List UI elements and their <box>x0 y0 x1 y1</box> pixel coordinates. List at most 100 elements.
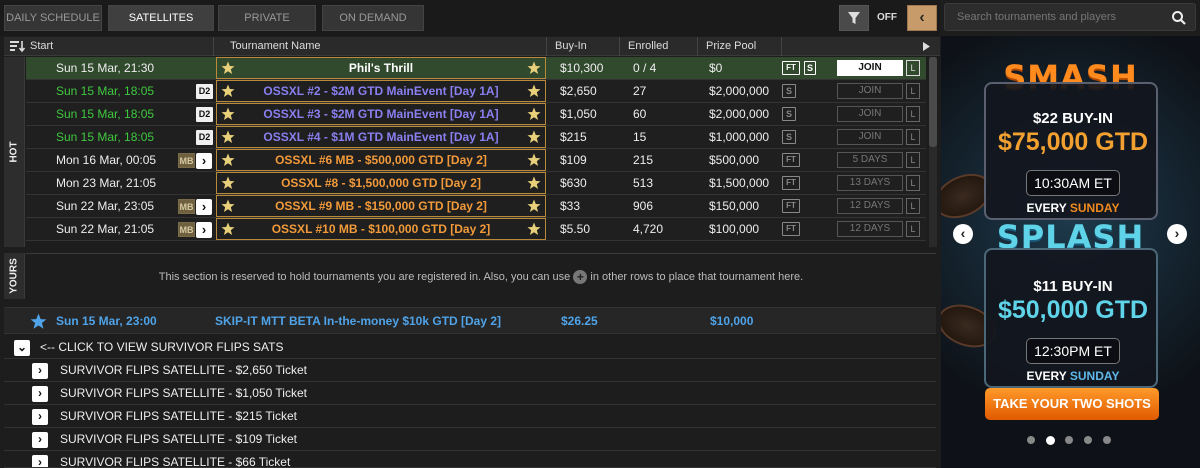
smash-gtd: $75,000 GTD <box>997 128 1149 156</box>
join-button[interactable]: JOIN <box>837 106 903 122</box>
tab-satellites[interactable]: SATELLITES <box>108 5 214 31</box>
l-button[interactable]: L <box>906 106 920 122</box>
ft-icon: FT <box>782 199 800 213</box>
chevron-right-icon[interactable]: › <box>32 455 48 467</box>
join-button[interactable]: JOIN <box>837 83 903 99</box>
carousel-dot[interactable] <box>1027 436 1035 444</box>
chevron-right-icon[interactable]: › <box>196 199 212 215</box>
lobby: { "tabs":[ {"label":"DAILY SCHEDULE"}, {… <box>0 0 1200 468</box>
countdown-button[interactable]: 12 DAYS <box>837 198 903 214</box>
star-icon[interactable] <box>527 199 541 213</box>
tournament-name[interactable]: OSSXL #8 - $1,500,000 GTD [Day 2] <box>216 172 546 194</box>
list-item[interactable]: › SURVIVOR FLIPS SATELLITE - $109 Ticket <box>4 428 936 451</box>
collapse-button[interactable]: ‹ <box>907 5 937 31</box>
scroll-thumb[interactable] <box>929 57 937 147</box>
countdown-button[interactable]: 5 DAYS <box>837 152 903 168</box>
table-row[interactable]: Sun 15 Mar, 18:05 D2 OSSXL #4 - $1M GTD … <box>26 126 926 149</box>
list-item[interactable]: › SURVIVOR FLIPS SATELLITE - $2,650 Tick… <box>4 359 936 382</box>
tab-on-demand[interactable]: ON DEMAND <box>322 5 424 31</box>
l-button[interactable]: L <box>906 152 920 168</box>
l-button[interactable]: L <box>906 221 920 237</box>
chevron-right-icon[interactable]: › <box>196 153 212 169</box>
tournament-name[interactable]: OSSXL #2 - $2M GTD MainEvent [Day 1A] <box>216 80 546 102</box>
tab-daily-schedule[interactable]: DAILY SCHEDULE <box>4 5 102 31</box>
splash-gtd: $50,000 GTD <box>997 296 1149 324</box>
table-row[interactable]: Sun 22 Mar, 23:05 MB › OSSXL #9 MB - $15… <box>26 195 926 218</box>
star-icon[interactable] <box>527 130 541 144</box>
tournament-name[interactable]: OSSXL #3 - $2M GTD MainEvent [Day 1A] <box>216 103 546 125</box>
promo-banner[interactable]: SMASH $22 BUY-IN $75,000 GTD 10:30AM ET … <box>941 36 1200 468</box>
join-button[interactable]: JOIN <box>837 129 903 145</box>
tournament-name[interactable]: Phil's Thrill <box>216 57 546 79</box>
filter-toggle[interactable]: OFF <box>871 5 903 31</box>
chevron-left-icon[interactable]: ‹ <box>953 224 973 244</box>
l-button[interactable]: L <box>906 198 920 214</box>
carousel-dot[interactable] <box>1084 436 1092 444</box>
star-icon[interactable] <box>221 61 235 75</box>
play-right-icon[interactable] <box>923 42 930 51</box>
chevron-right-icon[interactable]: › <box>32 409 48 425</box>
table-row[interactable]: Mon 16 Mar, 00:05 MB › OSSXL #6 MB - $50… <box>26 149 926 172</box>
tournament-name[interactable]: OSSXL #6 MB - $500,000 GTD [Day 2] <box>216 149 546 171</box>
chevron-right-icon[interactable]: › <box>32 363 48 379</box>
tab-private[interactable]: PRIVATE <box>218 5 316 31</box>
carousel-dot[interactable] <box>1046 436 1055 445</box>
l-button[interactable]: L <box>906 83 920 99</box>
table-row[interactable]: Mon 23 Mar, 21:05 OSSXL #8 - $1,500,000 … <box>26 172 926 195</box>
filter-button[interactable] <box>839 5 869 31</box>
l-button[interactable]: L <box>906 60 920 76</box>
list-item[interactable]: › SURVIVOR FLIPS SATELLITE - $215 Ticket <box>4 405 936 428</box>
star-icon[interactable] <box>221 107 235 121</box>
star-icon[interactable] <box>527 84 541 98</box>
star-icon[interactable] <box>527 107 541 121</box>
chevron-right-icon[interactable]: › <box>196 222 212 238</box>
buyin-value: $215 <box>560 130 587 144</box>
buyin-value: $1,050 <box>560 107 597 121</box>
star-icon[interactable] <box>221 222 235 236</box>
star-icon[interactable] <box>221 130 235 144</box>
table-row[interactable]: Sun 22 Mar, 21:05 MB › OSSXL #10 MB - $1… <box>26 218 926 241</box>
carousel-dot[interactable] <box>1065 436 1073 444</box>
l-button[interactable]: L <box>906 129 920 145</box>
table-row[interactable]: Sun 15 Mar, 21:30 Phil's Thrill $10,300 … <box>26 57 926 80</box>
star-icon[interactable] <box>221 153 235 167</box>
survivor-header[interactable]: <-- CLICK TO VIEW SURVIVOR FLIPS SATS <box>40 336 284 359</box>
survivor-header-row[interactable]: ⌄ <-- CLICK TO VIEW SURVIVOR FLIPS SATS <box>4 336 936 359</box>
chevron-right-icon[interactable]: › <box>32 386 48 402</box>
star-icon[interactable] <box>527 61 541 75</box>
chevron-down-icon[interactable]: ⌄ <box>14 340 30 356</box>
chevron-right-icon[interactable]: › <box>1167 224 1187 244</box>
star-icon[interactable] <box>527 153 541 167</box>
star-icon[interactable] <box>527 176 541 190</box>
search-input[interactable] <box>945 4 1160 30</box>
countdown-button[interactable]: 13 DAYS <box>837 175 903 191</box>
tournament-name[interactable]: OSSXL #4 - $1M GTD MainEvent [Day 1A] <box>216 126 546 148</box>
join-button[interactable]: JOIN <box>837 60 903 76</box>
smash-card: $22 BUY-IN $75,000 GTD 10:30AM ET EVERY … <box>984 82 1158 220</box>
column-buyin[interactable]: Buy-In <box>547 37 620 56</box>
column-name[interactable]: Tournament Name <box>214 37 547 56</box>
carousel-dot[interactable] <box>1103 436 1111 444</box>
featured-name[interactable]: SKIP-IT MTT BETA In-the-money $10k GTD [… <box>215 308 501 335</box>
star-icon[interactable] <box>221 199 235 213</box>
take-your-two-shots-button[interactable]: TAKE YOUR TWO SHOTS <box>985 388 1159 420</box>
table-row[interactable]: Sun 15 Mar, 18:05 D2 OSSXL #2 - $2M GTD … <box>26 80 926 103</box>
table-row[interactable]: Sun 15 Mar, 18:05 D2 OSSXL #3 - $2M GTD … <box>26 103 926 126</box>
search-icon[interactable] <box>1171 10 1187 26</box>
countdown-button[interactable]: 12 DAYS <box>837 221 903 237</box>
column-enrolled[interactable]: Enrolled <box>620 37 698 56</box>
column-prize[interactable]: Prize Pool <box>698 37 782 56</box>
featured-row[interactable]: Sun 15 Mar, 23:00 SKIP-IT MTT BETA In-th… <box>4 307 936 334</box>
l-button[interactable]: L <box>906 175 920 191</box>
star-icon[interactable] <box>221 176 235 190</box>
star-icon[interactable] <box>30 313 47 330</box>
list-item[interactable]: › SURVIVOR FLIPS SATELLITE - $66 Ticket <box>4 451 936 468</box>
star-icon[interactable] <box>527 222 541 236</box>
column-start[interactable]: Start <box>4 37 214 56</box>
tournament-name[interactable]: OSSXL #10 MB - $100,000 GTD [Day 2] <box>216 218 546 240</box>
list-item[interactable]: › SURVIVOR FLIPS SATELLITE - $1,050 Tick… <box>4 382 936 405</box>
table-scrollbar[interactable] <box>929 57 937 247</box>
tournament-name[interactable]: OSSXL #9 MB - $150,000 GTD [Day 2] <box>216 195 546 217</box>
star-icon[interactable] <box>221 84 235 98</box>
chevron-right-icon[interactable]: › <box>32 432 48 448</box>
